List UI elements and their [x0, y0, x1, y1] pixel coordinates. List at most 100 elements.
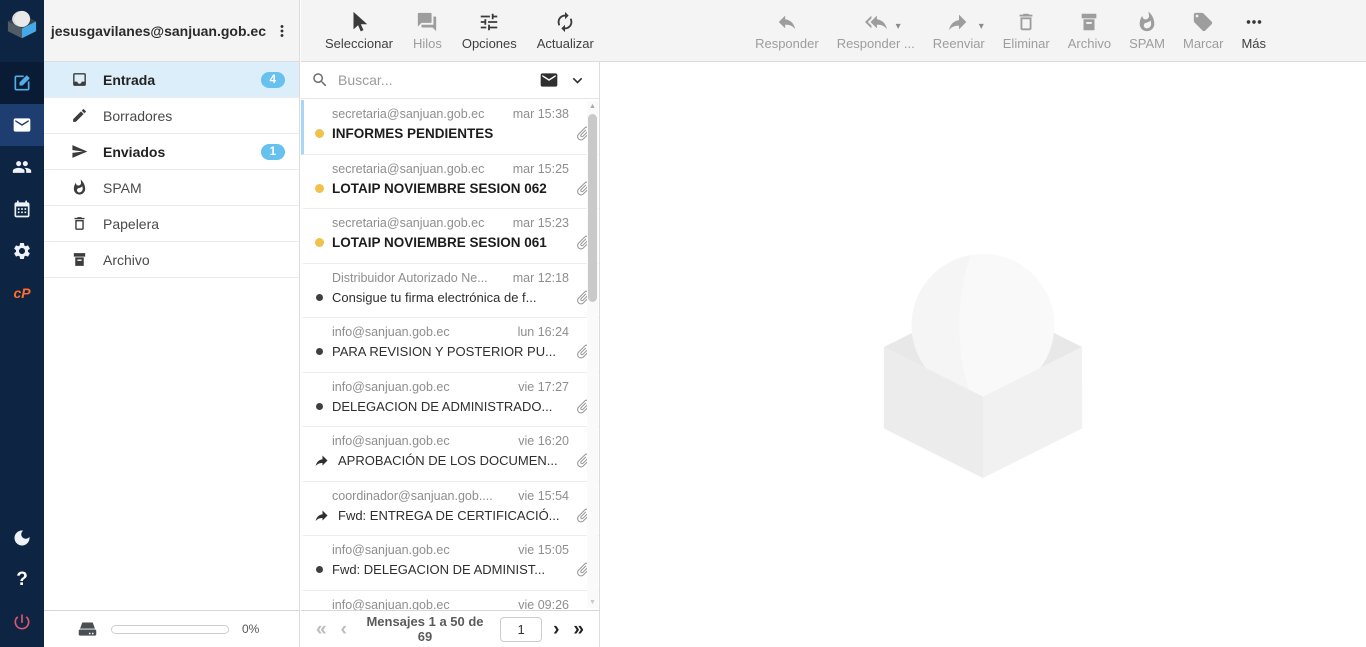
archive-icon [71, 251, 88, 268]
options-icon [478, 11, 500, 33]
settings-icon[interactable] [0, 230, 44, 272]
threads-icon [416, 11, 438, 33]
message-subject: INFORMES PENDIENTES [332, 126, 569, 141]
logout-icon[interactable] [0, 601, 44, 643]
message-sender: secretaria@sanjuan.gob.ec [332, 162, 484, 176]
quota-indicator: 0% [44, 610, 300, 647]
sidebar-item-inbox[interactable]: Entrada 4 [44, 62, 299, 98]
read-dot-icon [316, 294, 323, 301]
help-icon[interactable]: ? [0, 559, 44, 601]
last-page-icon[interactable]: » [570, 620, 587, 639]
message-row[interactable]: info@sanjuan.gob.ecvie 16:20 APROBACIÓN … [301, 427, 599, 482]
message-subject: LOTAIP NOVIEMBRE SESION 061 [332, 235, 569, 250]
calendar-icon[interactable] [0, 188, 44, 230]
unread-dot-icon [315, 184, 324, 193]
dark-mode-icon[interactable] [0, 517, 44, 559]
toolbar-right-group: Responder ▾ Responder ... ▾ Reenviar Eli… [755, 11, 1266, 51]
prev-page-icon[interactable]: ‹ [338, 620, 350, 639]
reply-button[interactable]: Responder [755, 11, 819, 51]
message-row[interactable]: secretaria@sanjuan.gob.ecmar 15:23 LOTAI… [301, 209, 599, 264]
message-toolbar: Seleccionar Hilos Opciones Actualizar Re… [301, 0, 1366, 62]
options-button[interactable]: Opciones [462, 11, 517, 51]
message-time: vie 15:05 [518, 543, 569, 557]
message-list: secretaria@sanjuan.gob.ec mar 15:38 INFOR… [301, 100, 599, 610]
archive-button[interactable]: Archivo [1068, 11, 1111, 51]
sidebar-item-trash[interactable]: Papelera [44, 206, 299, 242]
scroll-up-icon[interactable]: ▲ [587, 103, 598, 110]
forwarded-icon [315, 453, 330, 468]
chevron-down-icon[interactable] [568, 71, 587, 90]
unread-dot-icon [315, 129, 324, 138]
chevron-down-icon[interactable]: ▾ [979, 21, 984, 32]
forward-icon: ▾ [948, 11, 970, 33]
read-dot-icon [316, 348, 323, 355]
message-sender: Distribuidor Autorizado Ne... [332, 271, 488, 285]
search-bar [301, 62, 599, 99]
pagination-bar: « ‹ Mensajes 1 a 50 de 69 › » [301, 610, 599, 647]
message-sender: info@sanjuan.gob.ec [332, 325, 450, 339]
more-button[interactable]: Más [1241, 11, 1266, 51]
first-page-icon[interactable]: « [313, 620, 330, 639]
chevron-down-icon[interactable]: ▾ [896, 21, 901, 32]
message-time: vie 16:20 [518, 434, 569, 448]
message-time: mar 12:18 [513, 271, 569, 285]
next-page-icon[interactable]: › [550, 620, 562, 639]
archive-icon [1078, 11, 1100, 33]
message-row[interactable]: info@sanjuan.gob.ecvie 09:26 [301, 591, 599, 611]
logo-watermark [864, 228, 1102, 480]
message-subject: PARA REVISION Y POSTERIOR PU... [332, 344, 569, 359]
sidebar-item-sent[interactable]: Enviados 1 [44, 134, 299, 170]
reply-icon [776, 11, 798, 33]
cursor-icon [348, 11, 370, 33]
reading-pane [600, 62, 1366, 647]
sidebar-item-spam[interactable]: SPAM [44, 170, 299, 206]
refresh-button[interactable]: Actualizar [537, 11, 594, 51]
sidebar-item-drafts[interactable]: Borradores [44, 98, 299, 134]
account-email[interactable]: jesusgavilanes@sanjuan.gob.ec [51, 23, 266, 39]
flame-icon [1136, 11, 1158, 33]
sidebar-item-archive[interactable]: Archivo [44, 242, 299, 278]
delete-button[interactable]: Eliminar [1003, 11, 1050, 51]
message-row[interactable]: info@sanjuan.gob.ecvie 17:27 DELEGACION … [301, 373, 599, 428]
reply-all-button[interactable]: ▾ Responder ... [837, 11, 915, 51]
mail-icon[interactable] [0, 104, 44, 146]
message-row[interactable]: info@sanjuan.gob.eclun 16:24 PARA REVISI… [301, 318, 599, 373]
message-row[interactable]: info@sanjuan.gob.ecvie 15:05 Fwd: DELEGA… [301, 536, 599, 591]
message-row[interactable]: secretaria@sanjuan.gob.ec mar 15:25 LOTAI… [301, 155, 599, 210]
flag-button[interactable]: Marcar [1183, 11, 1223, 51]
envelope-icon[interactable] [539, 70, 559, 90]
compose-icon[interactable] [0, 62, 44, 104]
message-row[interactable]: Distribuidor Autorizado Ne... mar 12:18 C… [301, 264, 599, 319]
account-menu-icon[interactable] [273, 22, 291, 40]
message-subject: LOTAIP NOVIEMBRE SESION 062 [332, 181, 569, 196]
read-dot-icon [316, 403, 323, 410]
select-button[interactable]: Seleccionar [325, 11, 393, 51]
list-scrollbar[interactable]: ▲ ▼ [587, 101, 598, 608]
reply-all-icon: ▾ [865, 11, 887, 33]
cpanel-icon[interactable]: cP [0, 272, 44, 314]
message-sender: info@sanjuan.gob.ec [332, 380, 450, 394]
page-number-input[interactable] [500, 617, 542, 642]
message-row[interactable]: secretaria@sanjuan.gob.ecmar 15:38 INFOR… [301, 100, 599, 155]
search-input[interactable] [338, 72, 530, 88]
message-sender: info@sanjuan.gob.ec [332, 434, 450, 448]
forward-button[interactable]: ▾ Reenviar [933, 11, 985, 51]
scroll-down-icon[interactable]: ▼ [587, 599, 598, 606]
message-subject: Fwd: ENTREGA DE CERTIFICACIÓ... [338, 508, 569, 523]
message-time: mar 15:38 [513, 107, 569, 121]
threads-button[interactable]: Hilos [413, 11, 442, 51]
message-time: mar 15:25 [513, 162, 569, 176]
spam-button[interactable]: SPAM [1129, 11, 1165, 51]
contacts-icon[interactable] [0, 146, 44, 188]
scrollbar-thumb[interactable] [588, 114, 597, 302]
message-sender: info@sanjuan.gob.ec [332, 543, 450, 557]
message-row[interactable]: coordinador@sanjuan.gob....vie 15:54 Fwd… [301, 482, 599, 537]
message-subject: Consigue tu firma electrónica de f... [332, 290, 569, 305]
app-logo[interactable] [0, 0, 44, 46]
logo-icon [5, 8, 39, 39]
message-sender: coordinador@sanjuan.gob.... [332, 489, 493, 503]
message-list-column: secretaria@sanjuan.gob.ec mar 15:38 INFOR… [301, 62, 600, 647]
read-dot-icon [316, 566, 323, 573]
more-icon [1243, 11, 1265, 33]
toolbar-left-group: Seleccionar Hilos Opciones Actualizar [325, 11, 594, 51]
